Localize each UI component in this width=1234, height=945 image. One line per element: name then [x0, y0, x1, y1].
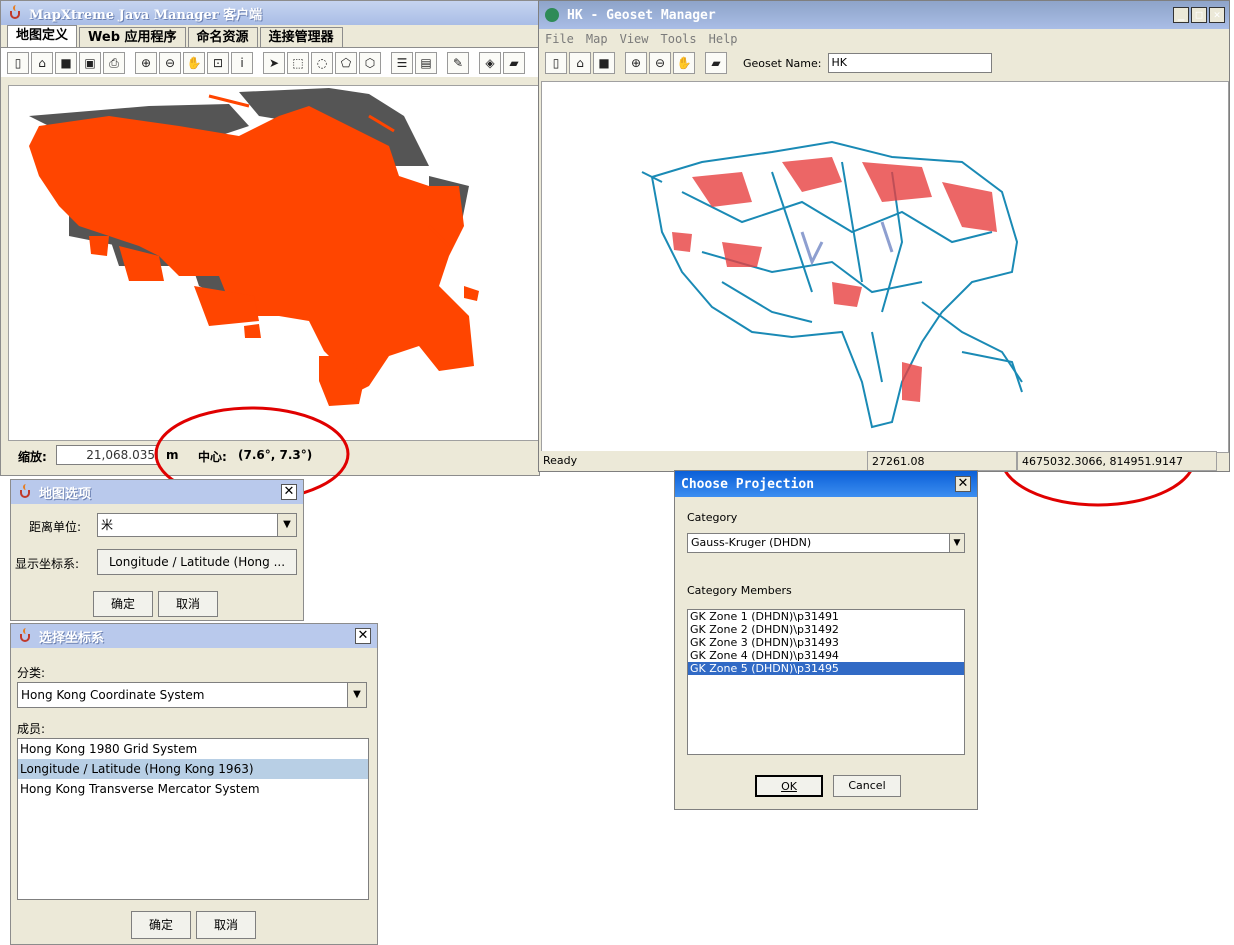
- choose-projection-close-icon[interactable]: ✕: [955, 476, 971, 492]
- choose-cs-dialog: 选择坐标系 ✕ 分类: Hong Kong Coordinate System …: [10, 623, 378, 945]
- geoset-name-label: Geoset Name:: [743, 56, 822, 70]
- geoset-name-input[interactable]: HK: [827, 53, 992, 73]
- list-item-selected[interactable]: GK Zone 5 (DHDN)\p31495: [688, 662, 964, 675]
- list-item[interactable]: Hong Kong 1980 Grid System: [18, 739, 368, 759]
- category-value: Hong Kong Coordinate System: [21, 688, 205, 702]
- status-ready: Ready: [539, 451, 867, 471]
- choose-cs-title-bar[interactable]: 选择坐标系: [11, 624, 377, 648]
- status-zoom: 27261.08: [867, 451, 1017, 471]
- maximize-icon[interactable]: □: [1191, 7, 1207, 23]
- java-cup-icon: [17, 484, 33, 500]
- geoset-toolbar: ▯ ⌂ ■ ⊕ ⊖ ✋ ▰ Geoset Name: HK: [539, 49, 1229, 77]
- menu-map[interactable]: Map: [586, 32, 608, 46]
- ok-label: 确定: [110, 597, 135, 611]
- list-item[interactable]: GK Zone 2 (DHDN)\p31492: [688, 623, 964, 636]
- cancel-label: 取消: [175, 597, 200, 611]
- geoset-map-canvas[interactable]: [541, 81, 1229, 453]
- projection-category-value: Gauss-Kruger (DHDN): [691, 536, 812, 549]
- map-options-dialog: 地图选项 ✕ 距离单位: 米 ▼ 显示坐标系: Longitude / Lati…: [10, 479, 304, 621]
- pan-hand-icon[interactable]: ✋: [673, 52, 695, 74]
- ok-label: OK: [781, 780, 797, 793]
- new-file-icon[interactable]: ▯: [545, 52, 567, 74]
- map-options-close-icon[interactable]: ✕: [281, 484, 297, 500]
- choose-projection-title: Choose Projection: [681, 476, 815, 492]
- choose-projection-dialog: Choose Projection ✕ Category Gauss-Kruge…: [674, 470, 978, 810]
- distance-unit-select[interactable]: 米 ▼: [97, 513, 297, 537]
- projection-members-label: Category Members: [687, 584, 792, 597]
- map-options-cancel-button[interactable]: 取消: [158, 591, 218, 617]
- menu-help[interactable]: Help: [709, 32, 738, 46]
- cancel-label: Cancel: [848, 779, 886, 792]
- geoset-manager-window: HK - Geoset Manager _ □ ✕ File Map View …: [538, 0, 1230, 472]
- choose-cs-title: 选择坐标系: [39, 630, 105, 646]
- display-cs-button[interactable]: Longitude / Latitude (Hong ...: [97, 549, 297, 575]
- globe-icon: [545, 8, 559, 22]
- list-item[interactable]: GK Zone 1 (DHDN)\p31491: [688, 610, 964, 623]
- display-cs-label: 显示坐标系:: [15, 557, 80, 571]
- choose-cs-ok-button[interactable]: 确定: [131, 911, 191, 939]
- list-item[interactable]: GK Zone 3 (DHDN)\p31493: [688, 636, 964, 649]
- geoset-menubar: File Map View Tools Help: [539, 29, 1229, 49]
- choose-projection-title-bar[interactable]: Choose Projection: [675, 471, 977, 497]
- distance-unit-label: 距离单位:: [29, 520, 82, 534]
- geoset-name-value: HK: [831, 56, 848, 69]
- close-icon[interactable]: ✕: [1209, 7, 1225, 23]
- map-options-title-bar[interactable]: 地图选项: [11, 480, 303, 504]
- list-item[interactable]: GK Zone 4 (DHDN)\p31494: [688, 649, 964, 662]
- members-list[interactable]: Hong Kong 1980 Grid System Longitude / L…: [17, 738, 369, 900]
- projection-category-select[interactable]: Gauss-Kruger (DHDN) ▼: [687, 533, 965, 553]
- choose-cs-close-icon[interactable]: ✕: [355, 628, 371, 644]
- list-item[interactable]: Hong Kong Transverse Mercator System: [18, 779, 368, 799]
- projection-cancel-button[interactable]: Cancel: [833, 775, 901, 797]
- chevron-down-icon[interactable]: ▼: [347, 683, 366, 707]
- chevron-down-icon[interactable]: ▼: [277, 514, 296, 536]
- projection-category-label: Category: [687, 511, 738, 524]
- category-label: 分类:: [17, 666, 46, 680]
- projection-ok-button[interactable]: OK: [755, 775, 823, 797]
- chevron-down-icon[interactable]: ▼: [949, 534, 964, 552]
- zoom-out-icon[interactable]: ⊖: [649, 52, 671, 74]
- cancel-label: 取消: [213, 918, 238, 932]
- map-options-ok-button[interactable]: 确定: [93, 591, 153, 617]
- geoset-title-bar[interactable]: HK - Geoset Manager _ □ ✕: [539, 1, 1229, 29]
- members-label: 成员:: [17, 722, 46, 736]
- menu-tools[interactable]: Tools: [661, 32, 697, 46]
- open-folder-icon[interactable]: ⌂: [569, 52, 591, 74]
- distance-unit-value: 米: [101, 518, 114, 532]
- list-item-selected[interactable]: Longitude / Latitude (Hong Kong 1963): [18, 759, 368, 779]
- ok-label: 确定: [148, 918, 173, 932]
- menu-file[interactable]: File: [545, 32, 574, 46]
- layers-icon[interactable]: ▰: [705, 52, 727, 74]
- hong-kong-map-blue: [641, 140, 1023, 429]
- category-select[interactable]: Hong Kong Coordinate System ▼: [17, 682, 367, 708]
- status-coords: 4675032.3066, 814951.9147: [1017, 451, 1217, 471]
- status-zoom-text: 27261.08: [872, 455, 925, 468]
- menu-view[interactable]: View: [620, 32, 649, 46]
- choose-cs-cancel-button[interactable]: 取消: [196, 911, 256, 939]
- status-coords-text: 4675032.3066, 814951.9147: [1022, 455, 1183, 468]
- projection-members-list[interactable]: GK Zone 1 (DHDN)\p31491 GK Zone 2 (DHDN)…: [687, 609, 965, 755]
- geoset-title: HK - Geoset Manager: [567, 7, 716, 23]
- minimize-icon[interactable]: _: [1173, 7, 1189, 23]
- save-icon[interactable]: ■: [593, 52, 615, 74]
- display-cs-button-label: Longitude / Latitude (Hong ...: [108, 555, 286, 569]
- status-ready-text: Ready: [543, 454, 578, 467]
- zoom-in-icon[interactable]: ⊕: [625, 52, 647, 74]
- map-options-title: 地图选项: [39, 486, 92, 502]
- java-cup-icon: [17, 628, 33, 644]
